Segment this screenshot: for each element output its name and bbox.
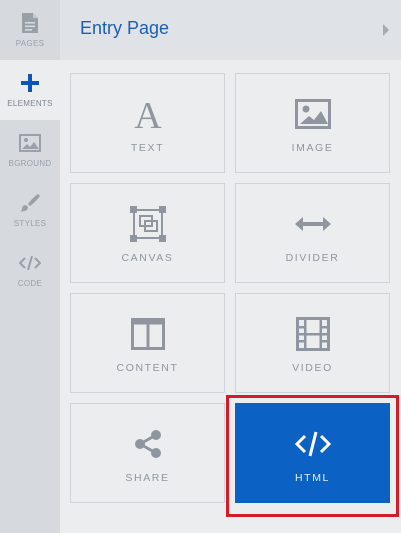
chevron-right-icon[interactable]: [383, 24, 389, 36]
image-icon: [19, 132, 41, 154]
film-icon: [293, 314, 333, 354]
text-a-icon: A: [128, 94, 168, 134]
tile-image[interactable]: IMAGE: [235, 73, 390, 173]
canvas-icon: [128, 204, 168, 244]
tile-label: CANVAS: [121, 252, 174, 264]
rail-item-label: STYLES: [13, 219, 47, 228]
tile-canvas[interactable]: CANVAS: [70, 183, 225, 283]
rail-item-bground[interactable]: BGROUND: [0, 120, 60, 180]
page-title: Entry Page: [80, 18, 170, 38]
panel-header: Entry Page: [60, 0, 401, 60]
share-icon: [128, 424, 168, 464]
tile-video[interactable]: VIDEO: [235, 293, 390, 393]
image-icon: [293, 94, 333, 134]
tile-label: CONTENT: [116, 362, 179, 374]
tile-label: HTML: [295, 472, 330, 484]
left-rail: PAGES ELEMENTS BGROUND STYLES CODE: [0, 0, 60, 533]
tile-label: VIDEO: [292, 362, 333, 374]
elements-panel: Entry Page A TEXT IMAGE CANVAS DIVIDER C…: [60, 0, 401, 533]
rail-item-code[interactable]: CODE: [0, 240, 60, 300]
tile-label: DIVIDER: [285, 252, 340, 264]
rail-item-label: BGROUND: [8, 159, 52, 168]
brush-icon: [19, 192, 41, 214]
divider-arrow-icon: [293, 204, 333, 244]
tile-label: TEXT: [130, 142, 165, 154]
page-icon: [19, 12, 41, 34]
tile-divider[interactable]: DIVIDER: [235, 183, 390, 283]
tile-content[interactable]: CONTENT: [70, 293, 225, 393]
content-columns-icon: [128, 314, 168, 354]
rail-item-label: CODE: [17, 279, 43, 288]
svg-text:A: A: [134, 97, 162, 131]
rail-item-styles[interactable]: STYLES: [0, 180, 60, 240]
rail-item-pages[interactable]: PAGES: [0, 0, 60, 60]
tile-text[interactable]: A TEXT: [70, 73, 225, 173]
rail-item-elements[interactable]: ELEMENTS: [0, 60, 60, 120]
code-icon: [19, 252, 41, 274]
plus-icon: [19, 72, 41, 94]
tile-label: SHARE: [125, 472, 170, 484]
tile-share[interactable]: SHARE: [70, 403, 225, 503]
tile-html[interactable]: HTML: [235, 403, 390, 503]
tile-label: IMAGE: [291, 142, 334, 154]
rail-item-label: ELEMENTS: [7, 99, 53, 108]
rail-item-label: PAGES: [15, 39, 45, 48]
code-icon: [293, 424, 333, 464]
